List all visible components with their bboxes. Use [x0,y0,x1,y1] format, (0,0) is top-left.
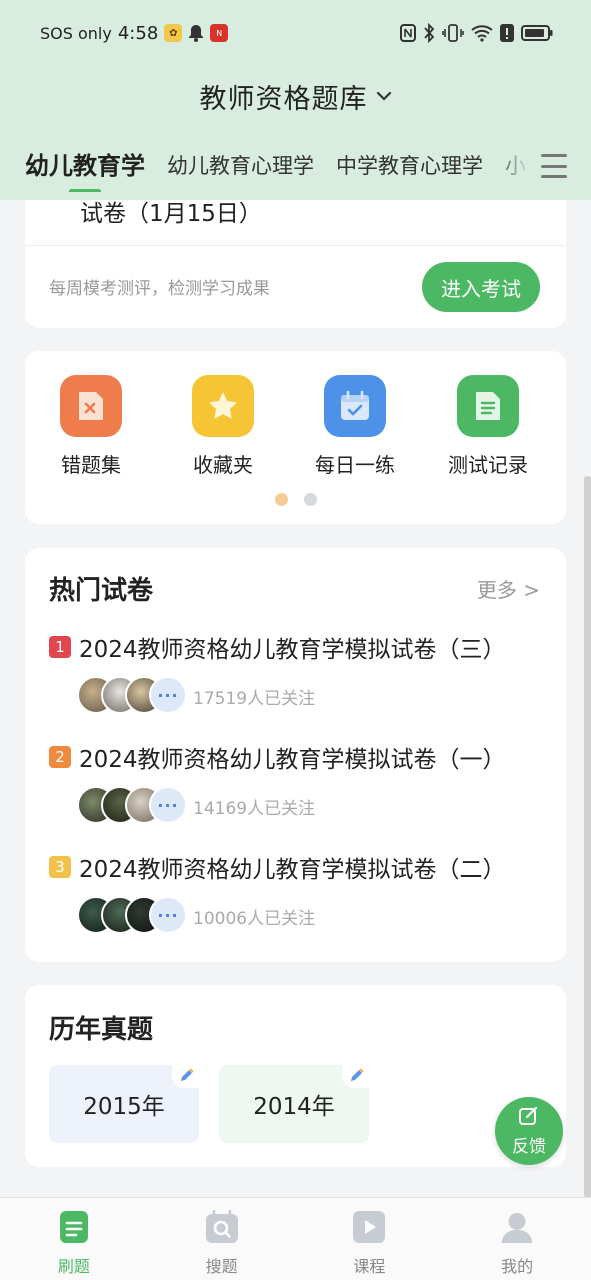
tabs-fade [491,142,531,192]
vibrate-icon [442,23,464,43]
practice-icon [57,1210,91,1244]
year-tile-2015[interactable]: 2015年 [49,1064,200,1143]
paper-item[interactable]: 1 2024教师资格幼儿教育学模拟试卷（三） ··· 17519人已关注 [25,548,566,714]
quick-actions-card: 错题集 收藏夹 每日一练 测试记录 [25,351,566,524]
app-header: SOS only 4:58 ✿ N 教师资格题库 幼儿教育学 幼儿教育心理学 中… [0,0,591,200]
tab-early-education-psychology[interactable]: 幼儿教育心理学 [167,142,314,192]
year-tile-2014[interactable]: 2014年 [219,1064,370,1143]
pencil-icon [172,1064,200,1088]
edit-icon [518,1105,540,1131]
document-icon [457,375,519,437]
wifi-icon [471,24,493,42]
nav-label: 我的 [501,1257,534,1276]
quick-action-label: 每日一练 [315,453,395,477]
scrollbar[interactable] [584,476,591,1198]
calendar-check-icon [324,375,386,437]
enter-exam-button[interactable]: 进入考试 [422,262,540,312]
wrong-questions-icon [60,375,122,437]
past-exams-card: 历年真题 2015年 2014年 [25,985,566,1167]
nav-label: 搜题 [205,1257,238,1276]
pager-dot-active [274,493,288,506]
rank-badge: 3 [49,856,71,878]
quick-action-favorites[interactable]: 收藏夹 [168,375,278,478]
nfc-icon [400,24,416,42]
quick-action-wrong-questions[interactable]: 错题集 [36,375,146,478]
paper-title: 2024教师资格幼儿教育学模拟试卷（二） [79,857,506,883]
quick-action-label: 错题集 [61,453,121,477]
rank-badge: 1 [49,636,71,658]
paper-item[interactable]: 2 2024教师资格幼儿教育学模拟试卷（一） ··· 14169人已关注 [25,658,566,824]
nav-profile[interactable]: 我的 [443,1198,591,1280]
app-notification-icon: ✿ [164,24,183,42]
alert-icon [500,24,514,42]
pencil-icon [342,1064,370,1088]
page-title: 教师资格题库 [199,83,368,115]
battery-icon [521,24,553,42]
clock: 4:58 [117,22,159,44]
nav-label: 刷题 [57,1257,90,1276]
more-avatars-icon: ··· [149,896,187,934]
rank-badge: 2 [49,746,71,768]
paper-item[interactable]: 3 2024教师资格幼儿教育学模拟试卷（二） ··· 10006人已关注 [25,768,566,934]
section-title: 历年真题 [49,1015,154,1045]
nav-practice[interactable]: 刷题 [0,1198,148,1280]
quick-action-test-records[interactable]: 测试记录 [433,375,543,478]
feedback-label: 反馈 [512,1137,546,1157]
bottom-nav: 刷题 搜题 课程 我的 [0,1197,591,1280]
follower-avatars: ··· [77,896,197,934]
mock-exam-subtitle: 每周模考测评，检测学习成果 [49,279,270,299]
year-label: 2015年 [83,1094,165,1120]
pager-dots [25,493,566,506]
video-course-icon [352,1210,386,1244]
tab-menu-icon[interactable] [541,154,567,178]
nav-search-question[interactable]: 搜题 [148,1198,296,1280]
tab-middle-school-psychology[interactable]: 中学教育心理学 [336,142,483,192]
profile-icon [500,1210,534,1244]
quick-action-daily-practice[interactable]: 每日一练 [300,375,410,478]
nav-label: 课程 [353,1257,386,1276]
feedback-button[interactable]: 反馈 [495,1097,563,1165]
search-question-icon [205,1210,239,1244]
bluetooth-icon [423,23,435,43]
quick-action-label: 收藏夹 [193,453,253,477]
pager-dot [303,493,317,506]
title-selector[interactable]: 教师资格题库 [0,72,591,120]
news-app-icon: N [210,24,229,42]
status-bar: SOS only 4:58 ✿ N [0,0,591,66]
tab-early-education[interactable]: 幼儿教育学 [25,142,145,192]
hot-papers-card: 热门试卷 更多 > 1 2024教师资格幼儿教育学模拟试卷（三） ··· 175… [25,548,566,962]
nav-course[interactable]: 课程 [296,1198,444,1280]
chevron-down-icon [376,91,392,101]
carrier-text: SOS only [40,23,112,43]
follower-count: 10006人已关注 [193,909,316,929]
year-label: 2014年 [253,1094,335,1120]
bell-icon [188,24,204,42]
star-icon [192,375,254,437]
quick-action-label: 测试记录 [448,453,528,477]
divider [25,245,566,246]
